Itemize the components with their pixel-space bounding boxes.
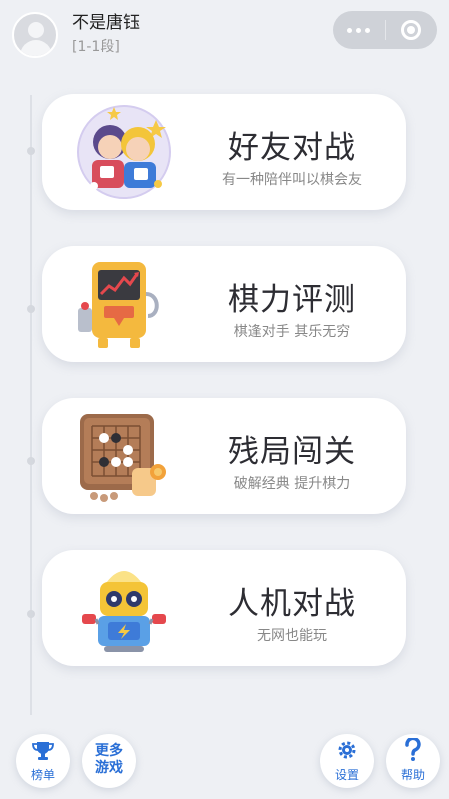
menu-card-ai-battle[interactable]: 人机对战 无网也能玩 <box>42 550 406 666</box>
header: 不是唐钰 [1-1段] <box>0 0 449 70</box>
more-dot-icon <box>365 27 371 33</box>
timeline-line <box>30 95 32 715</box>
menu-card-subtitle: 无网也能玩 <box>257 628 327 644</box>
question-mark-icon <box>405 738 421 761</box>
timeline-dot <box>27 147 35 155</box>
more-games-label-line2: 游戏 <box>95 760 123 776</box>
settings-label: 设置 <box>334 768 359 782</box>
more-options-button[interactable] <box>333 11 385 49</box>
timeline-dot <box>27 305 35 313</box>
menu-card-title: 棋力评测 <box>228 282 356 318</box>
menu-card-title: 残局闯关 <box>228 434 356 470</box>
username: 不是唐钰 <box>72 13 140 33</box>
rank-label: [1-1段] <box>72 39 120 55</box>
menu-card-subtitle: 棋逢对手 其乐无穷 <box>233 324 351 340</box>
menu-card-title: 好友对战 <box>228 130 356 166</box>
menu-card-subtitle: 有一种陪伴叫以棋会友 <box>222 172 362 188</box>
avatar-body-shape <box>20 40 52 56</box>
more-games-button[interactable]: 更多 游戏 <box>82 734 136 788</box>
help-button[interactable]: 帮助 <box>386 734 440 788</box>
leaderboard-button[interactable]: 榜单 <box>16 734 70 788</box>
leaderboard-label: 榜单 <box>30 768 55 782</box>
more-games-label-line1: 更多 <box>95 743 123 759</box>
menu-card-puzzle-challenge[interactable]: 残局闯关 破解经典 提升棋力 <box>42 398 406 514</box>
gear-icon <box>338 741 356 759</box>
target-circle-icon <box>401 20 422 40</box>
go-board-icon <box>80 414 166 502</box>
friends-battle-icon <box>77 105 171 199</box>
avatar[interactable] <box>12 12 58 58</box>
help-label: 帮助 <box>400 768 425 782</box>
menu-card-subtitle: 破解经典 提升棋力 <box>233 476 351 492</box>
menu-card-friends-battle[interactable]: 好友对战 有一种陪伴叫以棋会友 <box>42 94 406 210</box>
more-dot-icon <box>356 27 362 33</box>
avatar-head-shape <box>28 22 44 38</box>
settings-button[interactable]: 设置 <box>320 734 374 788</box>
close-miniprogram-button[interactable] <box>385 11 437 49</box>
miniprogram-capsule <box>333 11 437 49</box>
menu-card-rating-test[interactable]: 棋力评测 棋逢对手 其乐无穷 <box>42 246 406 362</box>
menu-card-title: 人机对战 <box>228 586 356 622</box>
robot-icon <box>82 571 166 652</box>
rating-machine-icon <box>78 262 159 348</box>
timeline-dot <box>27 610 35 618</box>
more-dot-icon <box>347 27 353 33</box>
trophy-icon <box>32 742 54 760</box>
timeline-dot <box>27 457 35 465</box>
